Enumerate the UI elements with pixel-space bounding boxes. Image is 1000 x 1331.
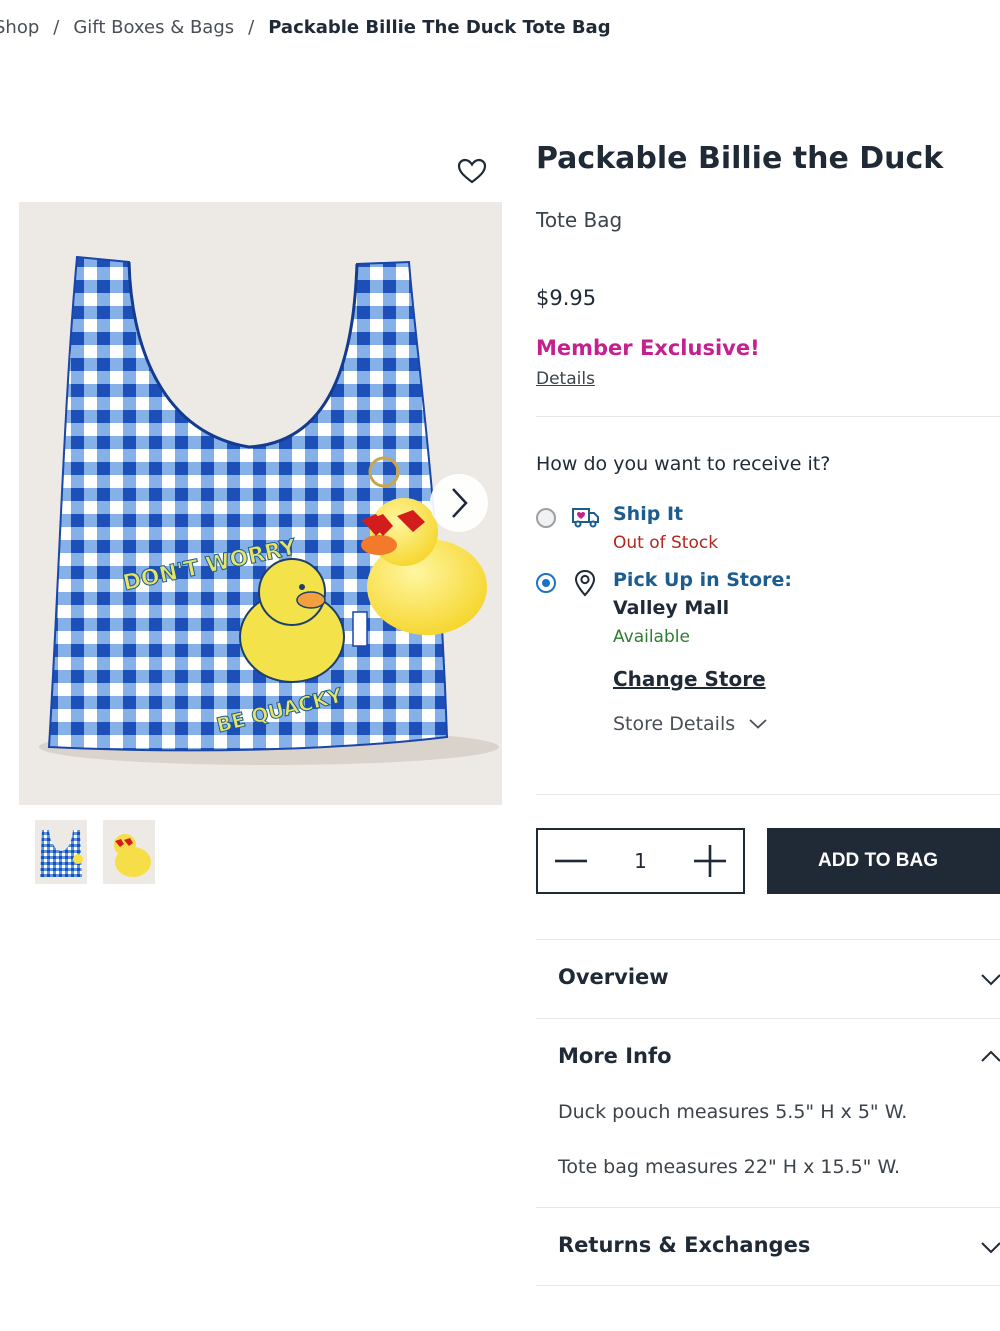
breadcrumb-shop[interactable]: Shop [0,17,39,38]
breadcrumb-separator: / [53,17,60,38]
chevron-up-icon[interactable] [980,1049,1000,1063]
breadcrumb-current: Packable Billie The Duck Tote Bag [268,17,611,38]
next-image-button[interactable] [430,474,488,532]
product-price: $9.95 [536,286,597,310]
minus-icon [555,859,587,863]
accordion-more-info[interactable]: More Info [558,1044,672,1068]
pickup-label[interactable]: Pick Up in Store: [613,569,792,591]
pickup-status: Available [613,627,690,647]
details-link[interactable]: Details [536,369,595,389]
chevron-down-icon [749,719,767,729]
divider [536,1285,1000,1286]
store-details-toggle[interactable]: Store Details [613,713,767,735]
product-title: Packable Billie the Duck [536,141,944,176]
increase-quantity-button[interactable] [693,844,727,878]
quantity-stepper [536,828,745,894]
receive-question: How do you want to receive it? [536,453,831,475]
decrease-quantity-button[interactable] [554,844,588,878]
divider [536,939,1000,940]
divider [536,416,1000,417]
favorite-heart-icon[interactable] [456,155,488,187]
delivery-truck-icon [570,505,600,529]
product-subtitle: Tote Bag [536,208,623,232]
breadcrumb: Shop / Gift Boxes & Bags / Packable Bill… [0,17,611,38]
member-exclusive-badge: Member Exclusive! [536,336,760,360]
thumbnail-tote[interactable] [35,820,87,884]
accordion-overview[interactable]: Overview [558,965,669,989]
change-store-link[interactable]: Change Store [613,667,766,691]
quantity-input[interactable] [608,848,673,874]
store-details-label: Store Details [613,713,736,735]
plus-icon [694,845,726,877]
pickup-radio[interactable] [536,573,556,593]
breadcrumb-separator: / [248,17,255,38]
breadcrumb-gift-boxes[interactable]: Gift Boxes & Bags [73,17,234,38]
accordion-returns[interactable]: Returns & Exchanges [558,1233,810,1257]
more-info-line: Duck pouch measures 5.5" H x 5" W. [558,1101,908,1123]
chevron-down-icon[interactable] [980,973,1000,987]
divider [536,1207,1000,1208]
add-to-bag-button[interactable]: ADD TO BAG [767,828,1000,894]
store-name: Valley Mall [613,597,730,619]
ship-it-label[interactable]: Ship It [613,503,683,525]
chevron-down-icon[interactable] [980,1241,1000,1255]
location-pin-icon [572,569,598,597]
ship-status: Out of Stock [613,533,719,553]
thumbnail-duck-pouch[interactable] [103,820,155,884]
divider [536,794,1000,795]
more-info-line: Tote bag measures 22" H x 15.5" W. [558,1156,901,1178]
chevron-right-icon [452,488,468,518]
ship-it-radio[interactable] [536,508,556,528]
divider [536,1018,1000,1019]
